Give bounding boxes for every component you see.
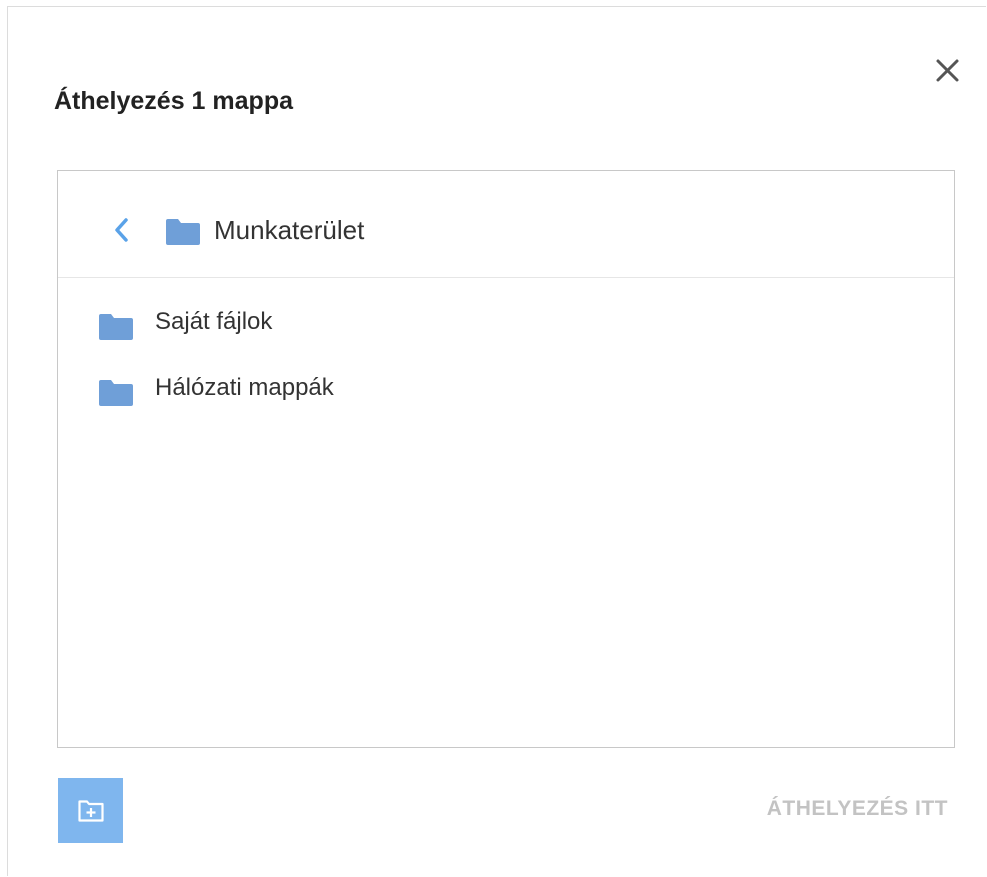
move-dialog: Áthelyezés 1 mappa Munkaterület Saját fá…	[7, 6, 986, 876]
close-button[interactable]	[928, 51, 968, 91]
folder-list-item-halozati-mappak[interactable]: Hálózati mappák	[58, 361, 954, 415]
folder-browser-header: Munkaterület	[58, 171, 954, 278]
folder-list-item-sajat-fajlok[interactable]: Saját fájlok	[58, 295, 954, 349]
close-icon[interactable]	[928, 51, 968, 91]
new-folder-button[interactable]	[58, 778, 123, 843]
back-button[interactable]	[110, 215, 134, 245]
new-folder-icon[interactable]	[78, 798, 104, 822]
folder-list-item-label: Saját fájlok	[155, 308, 273, 335]
current-folder-label: Munkaterület	[214, 215, 365, 245]
chevron-left-icon[interactable]	[110, 215, 134, 245]
dialog-title: Áthelyezés 1 mappa	[54, 87, 293, 115]
folder-icon	[166, 219, 200, 245]
move-here-button[interactable]: ÁTHELYEZÉS ITT	[708, 797, 948, 827]
folder-list-item-label: Hálózati mappák	[155, 374, 334, 401]
folder-icon	[99, 314, 133, 340]
folder-icon	[99, 380, 133, 406]
folder-browser: Munkaterület Saját fájlok Hálózati mappá…	[57, 170, 955, 748]
